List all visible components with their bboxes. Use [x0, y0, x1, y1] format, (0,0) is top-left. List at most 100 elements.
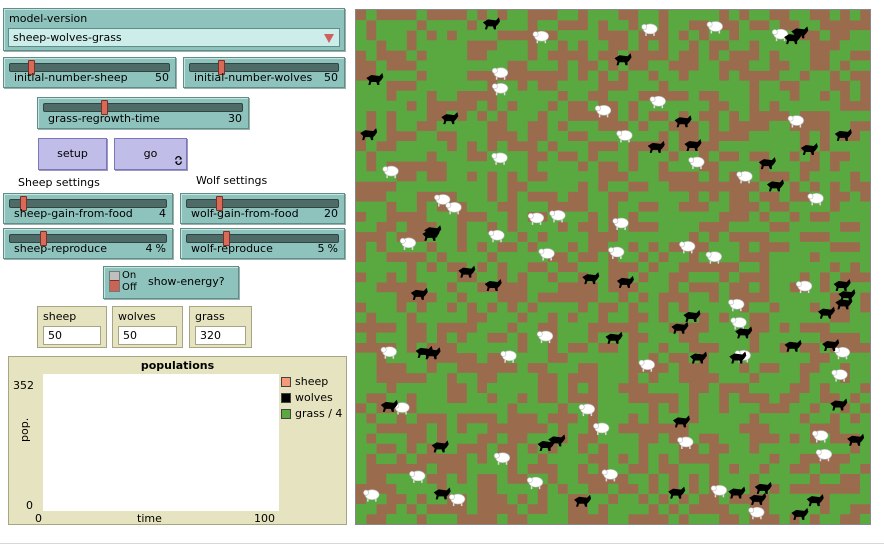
grass-patch — [436, 282, 448, 293]
grass-patch — [789, 352, 800, 364]
grass-patch — [708, 362, 720, 374]
grass-patch — [728, 413, 740, 424]
grass-patch — [618, 181, 629, 192]
grass-patch — [769, 211, 780, 223]
slider-label: initial-number-wolves — [194, 71, 313, 84]
grass-patch — [466, 181, 478, 192]
grass-patch — [638, 191, 649, 202]
grass-patch — [416, 443, 427, 454]
grass-patch — [829, 50, 841, 61]
grass-patch — [799, 251, 810, 263]
grass-patch — [618, 443, 629, 454]
grass-patch — [557, 362, 569, 374]
grass-patch — [396, 100, 407, 112]
grass-patch — [476, 272, 488, 283]
slider-label: sheep-reproduce — [14, 242, 108, 255]
world-canvas[interactable] — [356, 10, 870, 524]
slider-grass-regrowth-time[interactable]: grass-regrowth-time 30 — [37, 97, 249, 129]
grass-patch — [648, 40, 659, 51]
grass-patch — [466, 342, 478, 354]
slider-wolf-gain-from-food[interactable]: wolf-gain-from-food 20 — [180, 193, 345, 224]
grass-patch — [769, 251, 780, 263]
grass-patch — [466, 493, 478, 505]
slider-initial-number-sheep[interactable]: initial-number-sheep 50 — [3, 57, 176, 88]
grass-patch — [698, 332, 710, 343]
grass-patch — [628, 191, 639, 202]
grass-patch — [849, 372, 861, 384]
grass-patch — [829, 10, 841, 21]
chooser-value[interactable]: sheep-wolves-grass — [8, 28, 340, 47]
grass-patch — [557, 513, 569, 524]
grass-patch — [789, 443, 800, 454]
grass-patch — [769, 503, 780, 515]
grass-patch — [849, 493, 861, 505]
slider-wolf-reproduce[interactable]: wolf-reproduce 5% — [180, 228, 345, 259]
grass-patch — [396, 433, 407, 444]
grass-patch — [759, 10, 770, 21]
grass-patch — [386, 292, 397, 303]
grass-patch — [718, 171, 730, 182]
model-version-chooser[interactable]: model-version sheep-wolves-grass — [3, 8, 345, 51]
grass-patch — [859, 352, 870, 364]
grass-patch — [436, 312, 448, 323]
slider-sheep-reproduce[interactable]: sheep-reproduce 4% — [3, 228, 173, 259]
grass-patch — [638, 342, 649, 354]
grass-patch — [537, 201, 548, 212]
grass-patch — [688, 211, 700, 223]
grass-patch — [607, 70, 619, 81]
grass-patch — [547, 362, 558, 374]
switch-thumb[interactable] — [110, 280, 119, 291]
grass-patch — [517, 453, 528, 464]
grass-patch — [587, 120, 599, 132]
slider-track[interactable] — [43, 100, 243, 115]
grass-patch — [426, 302, 438, 313]
slider-sheep-gain-from-food[interactable]: sheep-gain-from-food 4 — [3, 193, 173, 224]
grass-patch — [648, 120, 659, 132]
go-button[interactable]: go — [114, 138, 187, 170]
grass-patch — [648, 251, 659, 263]
grass-patch — [416, 272, 427, 283]
grass-patch — [396, 20, 407, 31]
grass-patch — [497, 483, 508, 495]
grass-patch — [527, 251, 538, 263]
grass-patch — [396, 201, 407, 212]
show-energy-switch[interactable]: On Off show-energy? — [103, 266, 239, 299]
grass-patch — [638, 302, 649, 313]
grass-patch — [859, 221, 870, 233]
grass-patch — [809, 392, 821, 404]
grass-patch — [728, 251, 740, 263]
grass-patch — [376, 302, 387, 313]
grass-patch — [749, 30, 760, 41]
slider-initial-number-wolves[interactable]: initial-number-wolves 50 — [183, 57, 345, 88]
grass-patch — [356, 312, 367, 323]
grass-patch — [597, 151, 609, 162]
grass-patch — [487, 292, 498, 303]
grass-patch — [587, 201, 599, 212]
switch-track[interactable] — [109, 271, 120, 292]
grass-patch — [507, 20, 518, 31]
grass-patch — [567, 483, 579, 495]
grass-patch — [728, 272, 740, 283]
grass-patch — [688, 423, 700, 434]
grass-patch — [497, 302, 508, 313]
grass-patch — [557, 493, 569, 505]
world-view[interactable] — [355, 9, 871, 525]
grass-patch — [738, 372, 750, 384]
grass-patch — [416, 80, 427, 92]
grass-patch — [577, 241, 589, 253]
grass-patch — [829, 503, 841, 515]
monitor-value: 50 — [43, 326, 101, 345]
setup-button[interactable]: setup — [38, 138, 107, 170]
grass-patch — [738, 463, 750, 475]
grass-patch — [547, 403, 558, 414]
grass-patch — [658, 221, 669, 233]
grass-patch — [446, 423, 458, 434]
grass-patch — [849, 151, 861, 162]
grass-patch — [759, 342, 770, 354]
grass-patch — [698, 60, 710, 71]
grass-patch — [476, 191, 488, 202]
grass-patch — [648, 282, 659, 293]
grass-patch — [779, 463, 790, 475]
grass-patch — [376, 292, 387, 303]
grass-patch — [567, 332, 579, 343]
